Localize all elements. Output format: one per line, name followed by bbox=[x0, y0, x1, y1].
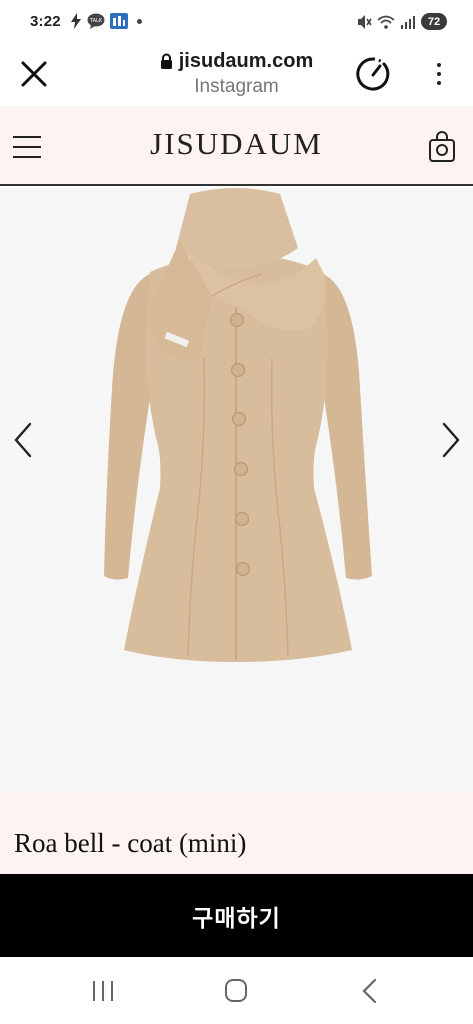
status-bar: 3:22 TALK 72 bbox=[0, 0, 473, 46]
coat-product-image bbox=[104, 188, 372, 662]
url-display[interactable]: jisudaum.com Instagram bbox=[130, 48, 343, 98]
flash-icon bbox=[71, 13, 81, 29]
system-icons: 72 bbox=[356, 13, 447, 30]
talk-bubble-label: TALK bbox=[89, 18, 103, 24]
chevron-left-icon[interactable] bbox=[8, 420, 38, 460]
recent-apps-icon[interactable] bbox=[88, 977, 118, 1005]
back-icon[interactable] bbox=[355, 977, 385, 1005]
site-header: JISUDAUM bbox=[0, 106, 473, 186]
shopping-bag-icon[interactable] bbox=[428, 131, 456, 163]
buy-button-label: 구매하기 bbox=[192, 905, 281, 932]
close-icon[interactable] bbox=[18, 58, 50, 90]
app-notification-icon bbox=[110, 13, 128, 29]
product-title: Roa bell - coat (mini) bbox=[14, 828, 247, 858]
in-app-browser-bar: jisudaum.com Instagram bbox=[0, 46, 473, 106]
product-info: Roa bell - coat (mini) bbox=[0, 793, 473, 874]
signal-icon bbox=[401, 15, 415, 29]
home-icon[interactable] bbox=[221, 977, 251, 1005]
status-time: 3:22 bbox=[30, 13, 61, 30]
lock-icon bbox=[160, 53, 172, 69]
chevron-right-icon[interactable] bbox=[436, 420, 466, 460]
url-source: Instagram bbox=[194, 76, 279, 97]
more-notifications-dot bbox=[137, 18, 142, 24]
site-logo[interactable]: JISUDAUM bbox=[0, 126, 473, 162]
battery-level: 72 bbox=[421, 13, 447, 30]
system-nav-bar bbox=[0, 957, 473, 1024]
speedometer-icon[interactable] bbox=[354, 55, 392, 93]
product-image-carousel[interactable] bbox=[0, 188, 473, 793]
wifi-icon bbox=[377, 15, 395, 29]
notification-icons: TALK bbox=[70, 13, 142, 29]
url-domain: jisudaum.com bbox=[178, 49, 314, 72]
mute-icon bbox=[358, 14, 372, 29]
talk-bubble-icon: TALK bbox=[87, 13, 105, 29]
more-vert-icon[interactable] bbox=[426, 60, 452, 88]
buy-button[interactable]: 구매하기 bbox=[0, 874, 473, 957]
